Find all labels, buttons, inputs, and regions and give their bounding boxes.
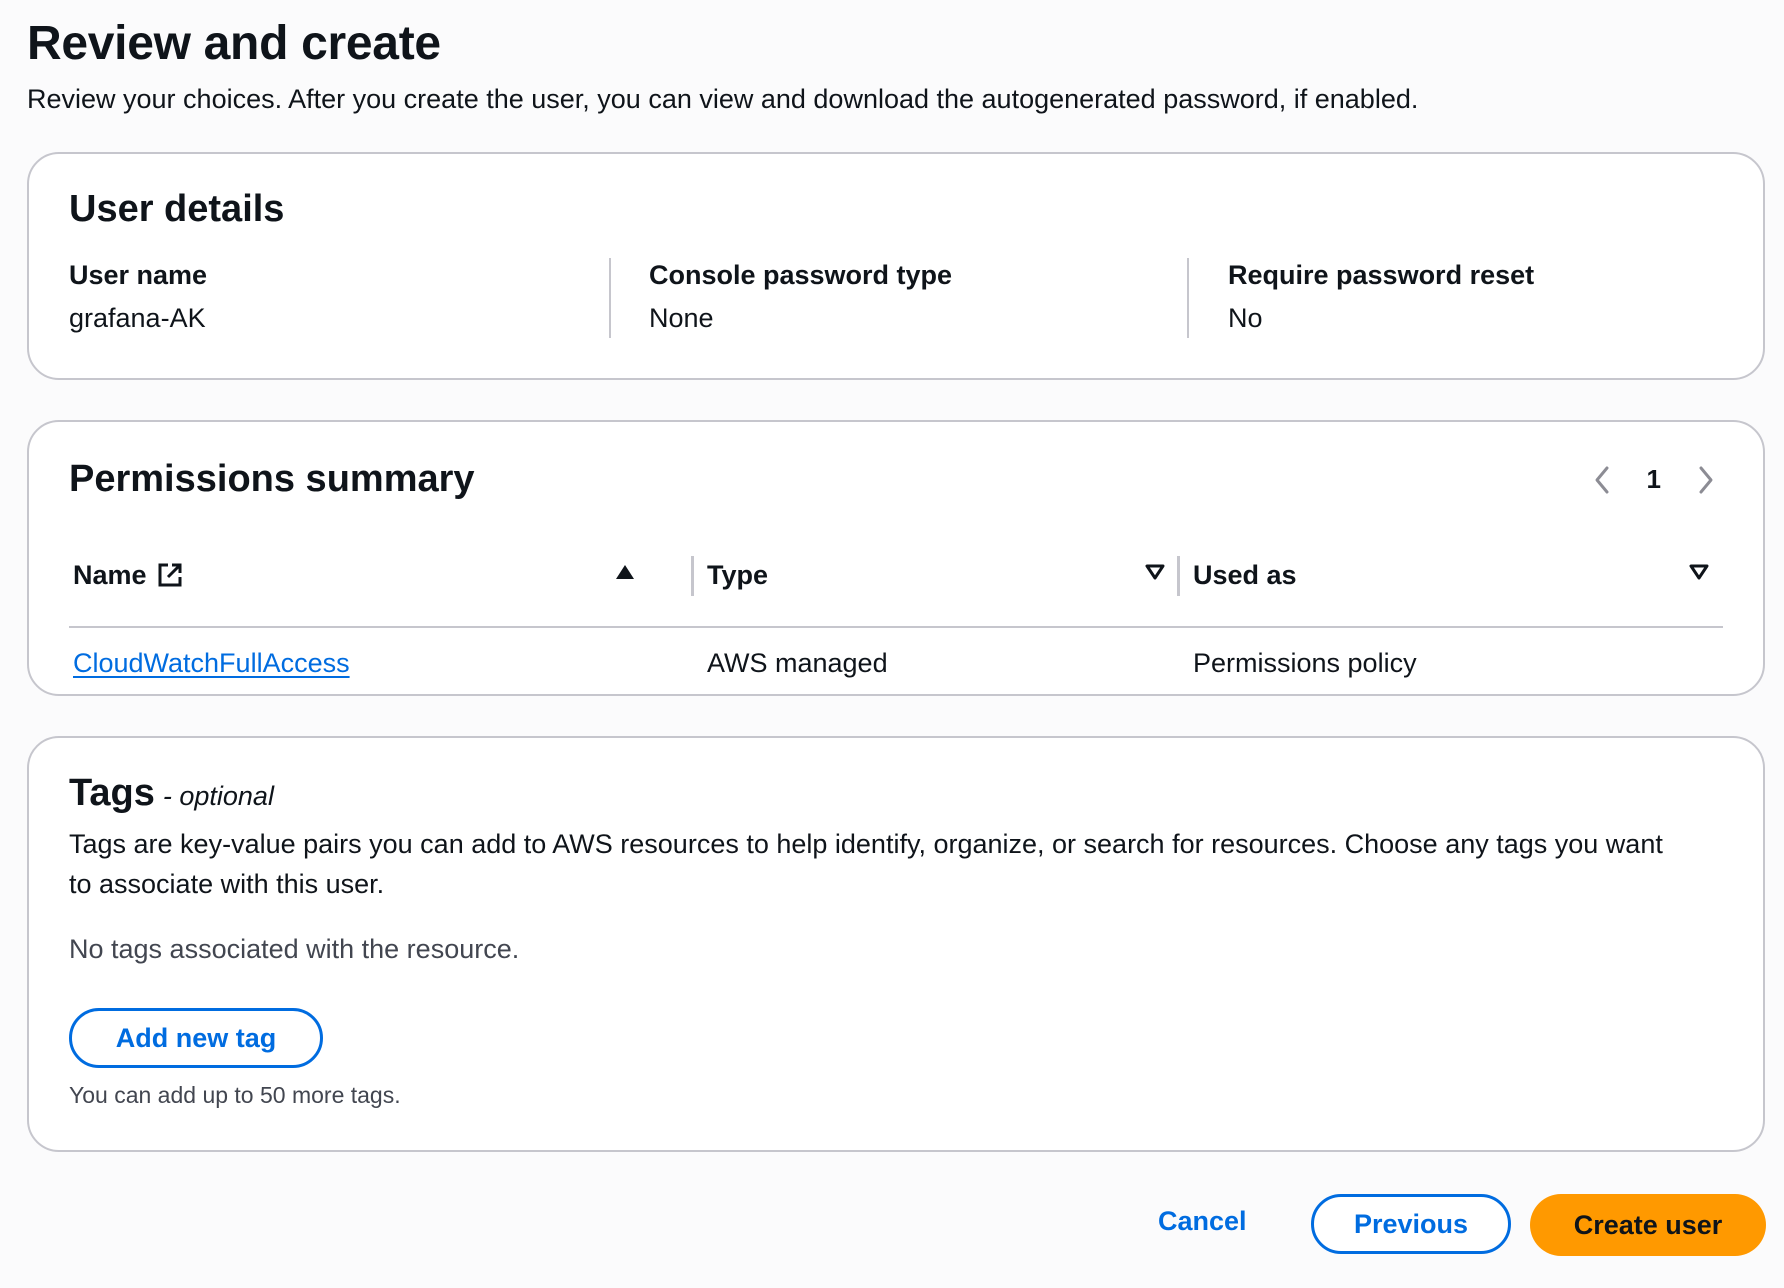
column-header-name[interactable]: Name bbox=[73, 540, 643, 610]
create-user-button[interactable]: Create user bbox=[1530, 1194, 1766, 1256]
column-header-type[interactable]: Type bbox=[707, 540, 1177, 610]
column-resizer[interactable] bbox=[691, 556, 694, 596]
column-header-type-label: Type bbox=[707, 559, 769, 590]
column-header-used-as[interactable]: Used as bbox=[1193, 540, 1709, 610]
policy-used-as: Permissions policy bbox=[1193, 648, 1417, 678]
tags-title: Tags bbox=[69, 772, 155, 814]
next-page-button[interactable] bbox=[1695, 465, 1717, 495]
sort-descending-icon[interactable] bbox=[1145, 564, 1165, 585]
permissions-summary-title: Permissions summary bbox=[69, 458, 475, 500]
user-details-title: User details bbox=[69, 188, 285, 230]
tags-empty-message: No tags associated with the resource. bbox=[69, 934, 520, 964]
user-name-label: User name bbox=[69, 260, 208, 290]
tags-limit-hint: You can add up to 50 more tags. bbox=[69, 1082, 401, 1108]
add-new-tag-button[interactable]: Add new tag bbox=[69, 1008, 323, 1068]
sort-ascending-icon[interactable] bbox=[615, 564, 635, 585]
cancel-button[interactable]: Cancel bbox=[1158, 1206, 1247, 1237]
previous-page-button[interactable] bbox=[1591, 465, 1613, 495]
column-header-name-label: Name bbox=[73, 559, 147, 590]
console-password-type-value: None bbox=[649, 303, 714, 333]
external-link-icon bbox=[157, 562, 183, 588]
current-page-number[interactable]: 1 bbox=[1647, 464, 1661, 495]
require-password-reset-label: Require password reset bbox=[1228, 260, 1535, 290]
tags-heading: Tags - optional bbox=[69, 772, 274, 815]
policy-name-link[interactable]: CloudWatchFullAccess bbox=[73, 648, 350, 679]
permissions-table-header: Name Type Used as bbox=[69, 540, 1723, 628]
console-password-type-field: Console password type None bbox=[649, 260, 1169, 334]
previous-button[interactable]: Previous bbox=[1311, 1194, 1511, 1254]
column-divider bbox=[609, 258, 611, 338]
column-resizer[interactable] bbox=[1177, 556, 1180, 596]
column-divider bbox=[1187, 258, 1189, 338]
console-password-type-label: Console password type bbox=[649, 260, 953, 290]
tags-description: Tags are key-value pairs you can add to … bbox=[69, 829, 1663, 899]
tags-container: Tags - optional Tags are key-value pairs… bbox=[27, 736, 1765, 1152]
column-header-used-as-label: Used as bbox=[1193, 559, 1297, 590]
chevron-left-icon bbox=[1595, 466, 1609, 493]
permissions-summary-container: Permissions summary 1 Name Type Used as … bbox=[27, 420, 1765, 696]
user-name-value: grafana-AK bbox=[69, 303, 206, 333]
tags-optional-label: - optional bbox=[162, 781, 274, 811]
review-and-create-page: Review and create Review your choices. A… bbox=[0, 0, 1784, 1288]
require-password-reset-field: Require password reset No bbox=[1228, 260, 1748, 334]
page-description: Review your choices. After you create th… bbox=[27, 84, 1419, 114]
pagination: 1 bbox=[1591, 464, 1717, 495]
user-details-container: User details User name grafana-AK Consol… bbox=[27, 152, 1765, 380]
require-password-reset-value: No bbox=[1228, 303, 1263, 333]
chevron-right-icon bbox=[1699, 466, 1713, 493]
page-title: Review and create bbox=[27, 17, 441, 70]
policy-type: AWS managed bbox=[707, 648, 888, 678]
sort-descending-icon[interactable] bbox=[1689, 564, 1709, 585]
table-row: CloudWatchFullAccess AWS managed Permiss… bbox=[69, 628, 1723, 698]
user-name-field: User name grafana-AK bbox=[69, 260, 589, 334]
